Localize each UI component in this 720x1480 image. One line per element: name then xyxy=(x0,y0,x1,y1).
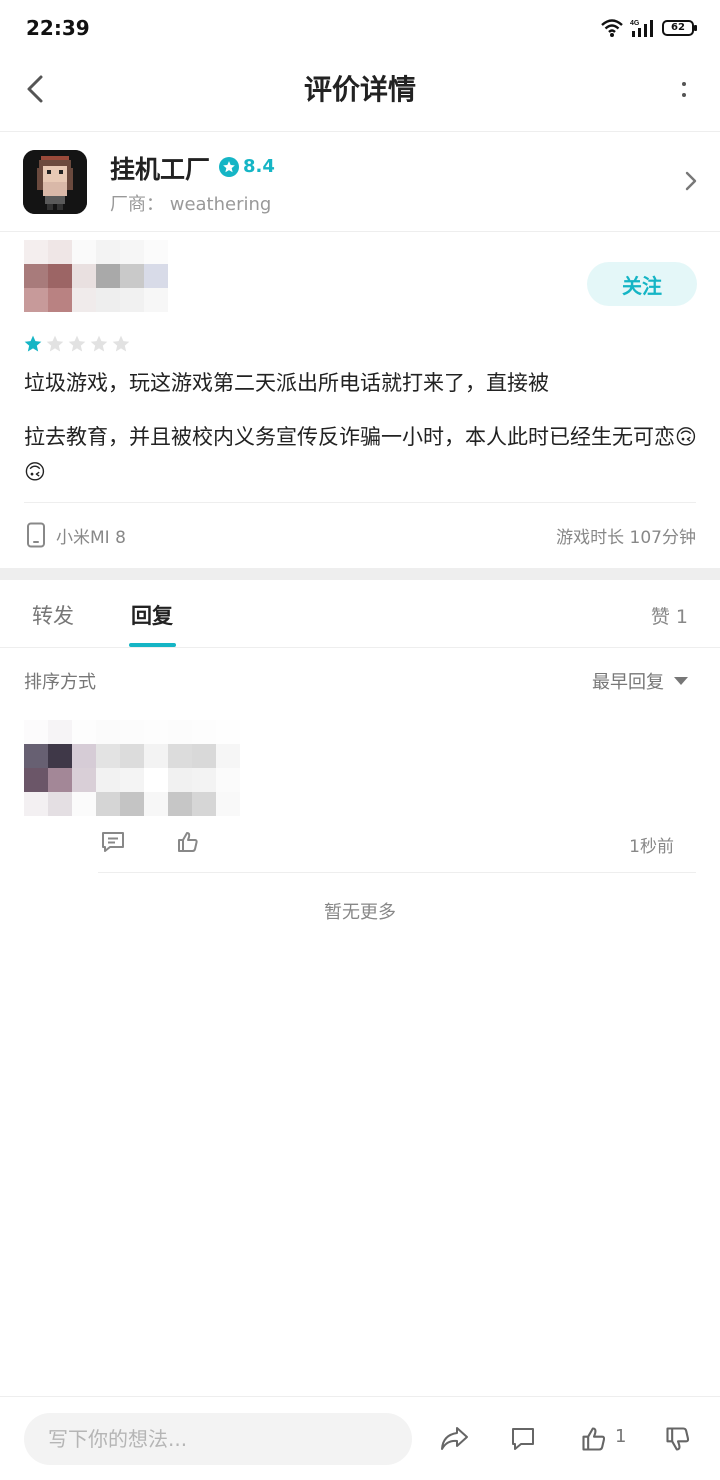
dot xyxy=(682,81,686,86)
like-count: 1 xyxy=(615,1426,627,1447)
star-badge-icon xyxy=(219,156,239,177)
battery-icon: 62 xyxy=(662,20,697,36)
wifi-icon xyxy=(601,19,623,37)
avatar-blurred[interactable] xyxy=(24,240,168,312)
dislike-button[interactable] xyxy=(662,1423,694,1455)
rating-value: 8.4 xyxy=(243,156,275,177)
status-time: 22:39 xyxy=(26,16,90,40)
star-empty-icon xyxy=(46,335,64,352)
more-options-button[interactable] xyxy=(674,74,694,104)
comment-icon xyxy=(512,1428,534,1450)
reply-content-blurred xyxy=(24,720,240,816)
star-rating xyxy=(23,334,131,354)
review-card: 关注 垃圾游戏，玩这游戏第二天派出所电话就打来了，直接被 拉去教育，并且被校内义… xyxy=(0,232,720,568)
game-name: 挂机工厂 xyxy=(110,155,211,184)
sort-label: 排序方式 xyxy=(24,672,96,693)
reply-time: 1秒前 xyxy=(629,837,674,857)
pixel-character-icon xyxy=(23,150,87,214)
comment-input[interactable] xyxy=(24,1413,412,1465)
comment-icon[interactable] xyxy=(100,830,126,854)
network-type: 4G xyxy=(630,20,640,27)
page-title: 评价详情 xyxy=(303,73,416,106)
status-bar: 22:39 4G 62 xyxy=(0,0,720,56)
sort-dropdown[interactable]: 最早回复 xyxy=(592,668,688,694)
share-button[interactable] xyxy=(438,1423,470,1455)
sort-value: 最早回复 xyxy=(592,672,664,693)
tab-bar: 转发 回复 赞 1 xyxy=(0,580,720,648)
device-info: 小米MI 8 xyxy=(26,522,126,548)
divider xyxy=(98,872,696,873)
star-filled-icon xyxy=(24,335,42,352)
game-icon xyxy=(23,150,87,214)
star-empty-icon xyxy=(90,335,108,352)
follow-button[interactable]: 关注 xyxy=(587,262,697,306)
divider xyxy=(24,502,696,503)
thumbs-up-icon[interactable] xyxy=(176,830,200,854)
comment-button[interactable] xyxy=(507,1423,539,1455)
game-info-row[interactable]: 挂机工厂 8.4 厂商： weathering xyxy=(0,132,720,232)
tab-likes[interactable]: 赞 1 xyxy=(651,602,688,629)
star-empty-icon xyxy=(68,335,86,352)
star-empty-icon xyxy=(112,335,130,352)
reply-actions xyxy=(100,830,200,854)
playtime: 游戏时长 107分钟 xyxy=(556,528,696,548)
tab-indicator xyxy=(129,643,176,647)
chevron-right-icon xyxy=(684,170,698,196)
review-text-line-2: 拉去教育，并且被校内义务宣传反诈骗一小时，本人此时已经生无可恋🙃🙃 xyxy=(24,425,697,484)
tab-reply[interactable]: 回复 xyxy=(131,600,173,630)
caret-down-icon xyxy=(674,677,688,685)
app-header: 评价详情 xyxy=(0,56,720,132)
tab-forward[interactable]: 转发 xyxy=(32,600,74,630)
dot xyxy=(682,92,686,97)
status-icons: 4G 62 xyxy=(600,16,697,40)
reply-item: 1秒前 xyxy=(0,712,720,873)
thumbs-down-icon xyxy=(666,1427,690,1451)
developer-label: 厂商： weathering xyxy=(110,194,272,215)
device-name: 小米MI 8 xyxy=(56,527,126,548)
list-end-label: 暂无更多 xyxy=(324,902,396,923)
thumbs-up-icon xyxy=(582,1427,606,1451)
review-text-line-1: 垃圾游戏，玩这游戏第二天派出所电话就打来了，直接被 xyxy=(24,371,549,395)
share-icon xyxy=(441,1427,468,1450)
like-button[interactable] xyxy=(578,1423,610,1455)
bottom-action-bar: 1 xyxy=(0,1396,720,1480)
sort-row: 排序方式 最早回复 xyxy=(0,648,720,712)
signal-icon: 4G xyxy=(630,20,653,37)
game-rating: 8.4 xyxy=(219,156,275,177)
section-separator xyxy=(0,568,720,580)
phone-icon xyxy=(27,522,45,548)
